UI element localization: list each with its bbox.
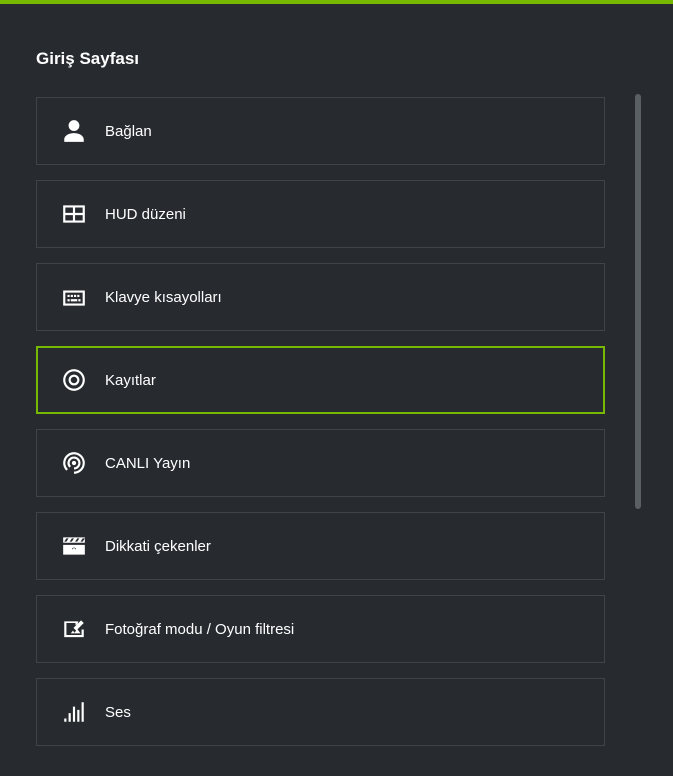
menu-item-connect[interactable]: Bağlan [36,97,605,165]
scrollbar[interactable] [635,94,641,509]
menu-item-label: Klavye kısayolları [105,289,222,306]
menu-item-label: Ses [105,704,131,721]
menu-item-label: Fotoğraf modu / Oyun filtresi [105,621,294,638]
menu-item-label: Dikkati çekenler [105,538,211,555]
menu-item-label: Bağlan [105,123,152,140]
menu-item-broadcast[interactable]: CANLI Yayın [36,429,605,497]
clapboard-icon [61,533,87,559]
menu-item-hud[interactable]: HUD düzeni [36,180,605,248]
keyboard-icon [61,284,87,310]
menu-item-label: CANLI Yayın [105,455,190,472]
photo-edit-icon [61,616,87,642]
record-icon [61,367,87,393]
settings-container: Giriş Sayfası Bağlan HUD düzeni Klavye k… [0,4,673,776]
menu-item-label: HUD düzeni [105,206,186,223]
menu-item-highlights[interactable]: Dikkati çekenler [36,512,605,580]
menu-item-audio[interactable]: Ses [36,678,605,746]
layout-icon [61,201,87,227]
user-icon [61,118,87,144]
menu-item-photo[interactable]: Fotoğraf modu / Oyun filtresi [36,595,605,663]
menu-item-keyboard[interactable]: Klavye kısayolları [36,263,605,331]
page-title: Giriş Sayfası [36,49,637,69]
menu-list: Bağlan HUD düzeni Klavye kısayolları Kay… [36,97,637,746]
menu-item-label: Kayıtlar [105,372,156,389]
menu-item-records[interactable]: Kayıtlar [36,346,605,414]
broadcast-icon [61,450,87,476]
equalizer-icon [61,699,87,725]
